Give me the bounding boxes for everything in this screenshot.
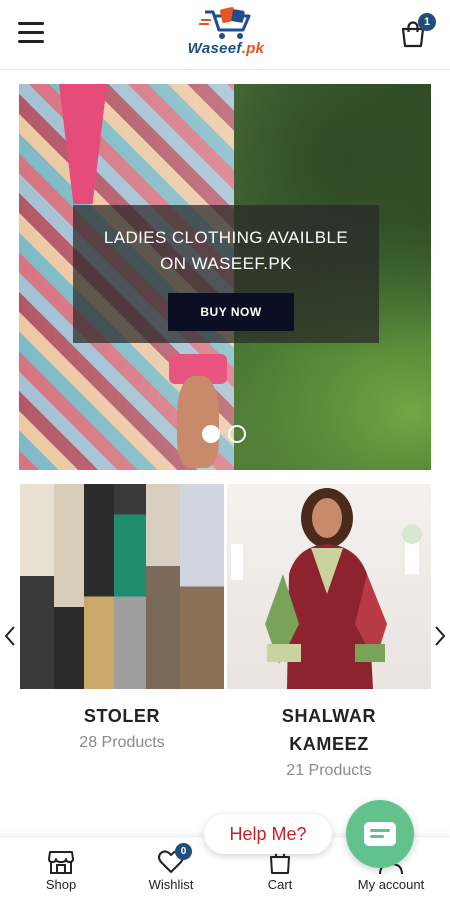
nav-label: Cart — [267, 877, 293, 892]
wishlist-count-badge: 0 — [175, 843, 192, 860]
buy-now-button[interactable]: BUY NOW — [168, 293, 294, 331]
app-page: Waseef.pk 1 LADIES CLOTHING AVAILBLE ON … — [0, 0, 450, 900]
cart-count-badge: 1 — [418, 13, 436, 31]
logo-cart-icon — [199, 7, 251, 39]
slider-dot-1[interactable] — [202, 425, 220, 443]
hero-title: LADIES CLOTHING AVAILBLE ON WASEEF.PK — [73, 225, 379, 277]
category-carousel: STOLER 28 Products SHALWAR KAMEEZ 21 Pro… — [0, 484, 450, 794]
nav-label: Shop — [45, 877, 77, 892]
category-card-shalwar-kameez[interactable]: SHALWAR KAMEEZ 21 Products — [227, 484, 431, 794]
category-name: STOLER — [83, 706, 161, 726]
carousel-next-arrow-icon[interactable] — [433, 624, 447, 648]
carousel-prev-arrow-icon[interactable] — [3, 624, 17, 648]
site-logo[interactable]: Waseef.pk — [178, 6, 274, 64]
nav-shop[interactable]: Shop — [30, 837, 92, 900]
nav-label: My account — [357, 877, 425, 892]
category-image-shalwar-kameez — [227, 484, 431, 689]
wishlist-icon-wrap: 0 — [157, 843, 192, 875]
category-count: 28 Products — [79, 734, 165, 751]
hero-caption-box: LADIES CLOTHING AVAILBLE ON WASEEF.PK BU… — [73, 205, 379, 343]
slider-pagination — [202, 425, 252, 445]
category-card-stoler[interactable]: STOLER 28 Products — [20, 484, 224, 794]
menu-icon[interactable] — [18, 22, 44, 44]
hero-hand — [177, 376, 219, 468]
chat-icon — [364, 822, 396, 846]
category-name: SHALWAR KAMEEZ — [227, 702, 431, 758]
category-image-stoler — [20, 484, 224, 689]
chat-button[interactable] — [346, 800, 414, 868]
nav-wishlist[interactable]: 0 Wishlist — [138, 837, 204, 900]
help-me-button[interactable]: Help Me? — [204, 814, 332, 854]
model-illustration — [231, 488, 422, 689]
logo-text: Waseef.pk — [187, 40, 265, 57]
hero-slider[interactable]: LADIES CLOTHING AVAILBLE ON WASEEF.PK BU… — [19, 84, 431, 470]
header: Waseef.pk 1 — [0, 0, 450, 70]
header-cart-button[interactable]: 1 — [400, 13, 436, 48]
category-name-line-2: KAMEEZ — [289, 734, 369, 754]
nav-label: Wishlist — [148, 877, 194, 892]
category-count: 21 Products — [286, 762, 372, 779]
slider-dot-2[interactable] — [228, 425, 246, 443]
hero-title-line-1: LADIES CLOTHING AVAILBLE — [103, 228, 349, 247]
store-icon — [48, 851, 74, 874]
category-name-line-1: SHALWAR — [281, 706, 377, 726]
hero-title-line-2: ON WASEEF.PK — [160, 254, 292, 273]
